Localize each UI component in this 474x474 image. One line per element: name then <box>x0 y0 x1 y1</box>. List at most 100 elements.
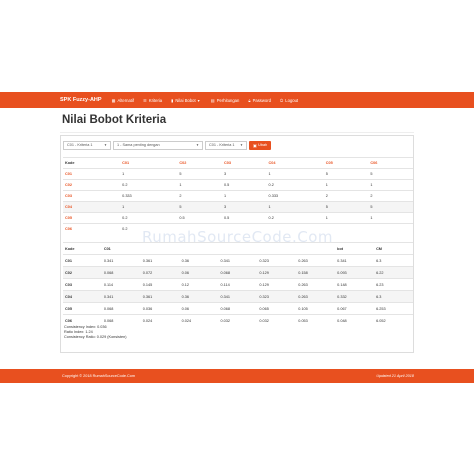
select-value: C01 - Kriteria 1 <box>209 143 235 147</box>
select-value: 1 - Sama penting dengan <box>117 143 160 147</box>
nav-item-alternatif[interactable]: ▦ Alternatif <box>112 98 135 103</box>
table-cell: 0.114 <box>101 278 141 291</box>
column-header: CM <box>374 242 413 255</box>
row-code: C02 <box>63 179 121 191</box>
table-cell: 0.333 <box>120 190 178 202</box>
select-value: C01 - Kriteria 1 <box>67 143 93 147</box>
consistency-summary: Consistency Index: 0.036 Ratio Index: 1.… <box>64 325 126 341</box>
nav-item-perhitungan[interactable]: ▤ Perhitungan <box>211 98 240 103</box>
table-row: C02 0.068 0.072 0.06 0.068 0.129 0.158 0.093 6.2… <box>63 266 413 279</box>
table-cell: 0.06 <box>179 266 219 279</box>
table-cell: 0.145 <box>140 278 180 291</box>
power-icon: ⏻ <box>279 97 284 103</box>
nav-item-logout[interactable]: ⏻ Logout <box>280 98 298 103</box>
table-cell: 0.341 <box>218 254 258 267</box>
nav-item-kriteria[interactable]: ☰ Kriteria <box>143 98 162 103</box>
table-cell: 0.5 <box>221 212 267 224</box>
table-cell: 0.263 <box>296 290 336 303</box>
table-cell: 2 <box>177 190 222 202</box>
table-cell: 6.22 <box>374 266 413 279</box>
table-row: C05 0.068 0.036 0.06 0.068 0.065 0.105 0.067 6.2… <box>63 302 413 315</box>
table-cell: 3 <box>221 201 267 213</box>
footer-updated: Updated 21 April 2018 <box>376 374 414 378</box>
column-header: C01 <box>101 242 141 255</box>
nav-item-nilai-bobot[interactable]: ▮ Nilai Bobot ▾ <box>171 98 202 103</box>
table-cell: 0.032 <box>218 314 258 327</box>
table-cell: 1 <box>221 190 267 202</box>
table-cell: 0.36 <box>179 254 219 267</box>
table-cell: 0.12 <box>179 278 219 291</box>
table-cell: 0.2 <box>266 179 324 191</box>
consistency-ratio: Consistency Ratio: 0.029 (Konsisten) <box>64 335 127 340</box>
table-cell: 5 <box>368 201 413 213</box>
table-cell: 0.068 <box>218 302 258 315</box>
table-cell: 0.5 <box>221 179 267 191</box>
caret-down-icon: ▼ <box>240 143 243 147</box>
row-code: C03 <box>63 190 121 202</box>
table-cell: 6.23 <box>374 278 413 291</box>
table-cell: 0.323 <box>257 254 297 267</box>
table-cell: 1 <box>120 201 178 213</box>
table-cell: 0.148 <box>335 278 375 291</box>
table-cell: 6.3 <box>374 254 413 267</box>
row-code: C04 <box>63 201 121 213</box>
table-cell: 1 <box>266 168 324 180</box>
normalized-matrix-table: Kode C01 bot CM C01 0.341 0.361 0.36 0.341 0.… <box>63 242 413 327</box>
table-cell: 5 <box>368 168 413 180</box>
page-title: Nilai Bobot Kriteria <box>62 114 167 126</box>
table-cell: 0.332 <box>335 290 375 303</box>
table-cell: 6.3 <box>374 290 413 303</box>
table-cell: 0.2 <box>266 212 324 224</box>
nilai-select[interactable]: 1 - Sama penting dengan ▼ <box>113 140 203 150</box>
table-cell: 0.2 <box>120 179 178 191</box>
row-code: C06 <box>63 223 121 235</box>
table-cell: 1 <box>323 212 369 224</box>
table-cell: 1 <box>368 179 413 191</box>
table-cell: 5 <box>323 168 369 180</box>
table-cell: 0.067 <box>335 302 375 315</box>
table-cell: 0.036 <box>140 302 180 315</box>
caret-down-icon: ▼ <box>104 143 107 147</box>
table-cell: 0.361 <box>140 290 180 303</box>
table-header-row: Kode C01 C02 C03 C04 C05 C06 <box>63 157 413 169</box>
kriteria-2-select[interactable]: C01 - Kriteria 1 ▼ <box>205 140 247 150</box>
table-cell: 0.263 <box>296 254 336 267</box>
table-cell: 1 <box>368 212 413 224</box>
comparison-matrix-table: Kode C01 C02 C03 C04 C05 C06 C01 1 5 3 1 5 5 C0… <box>63 157 413 235</box>
footer: Copyright © 2018 RumahSourceCode.Com Upd… <box>0 369 474 383</box>
table-cell: 0.263 <box>296 278 336 291</box>
save-icon: ▣ <box>253 143 257 148</box>
nav-item-label: Alternatif <box>117 97 135 103</box>
table-cell: 0.072 <box>140 266 180 279</box>
table-row: C03 0.333 2 1 0.333 2 2 <box>63 190 413 202</box>
kriteria-1-select[interactable]: C01 - Kriteria 1 ▼ <box>63 140 111 150</box>
brand-link[interactable]: SPK Fuzzy-AHP <box>60 97 102 103</box>
table-cell: 1 <box>120 168 178 180</box>
row-code: C03 <box>63 278 102 291</box>
caret-down-icon: ▼ <box>196 143 199 147</box>
column-header: C05 <box>323 157 369 169</box>
table-cell: 0.048 <box>335 314 375 327</box>
table-cell: 6.052 <box>374 314 413 327</box>
ubah-button-label: Ubah <box>258 143 268 147</box>
column-header: C06 <box>368 157 413 169</box>
table-cell: 5 <box>177 201 222 213</box>
lock-icon: 🔒︎ <box>248 97 251 103</box>
table-cell: 1 <box>266 201 324 213</box>
table-cell: 1 <box>323 179 369 191</box>
footer-copyright: Copyright © 2018 RumahSourceCode.Com <box>62 374 136 378</box>
table-cell: 1 <box>177 179 222 191</box>
table-cell: 0.5 <box>177 212 222 224</box>
table-cell: 0.024 <box>179 314 219 327</box>
table-cell: 0.341 <box>335 254 375 267</box>
table-cell: 0.129 <box>257 266 297 279</box>
table-row: C03 0.114 0.145 0.12 0.114 0.129 0.263 0.148 6.2… <box>63 278 413 291</box>
table-cell: 0.341 <box>101 290 141 303</box>
table-row: C04 1 5 3 1 5 5 <box>63 201 413 213</box>
nav-item-password[interactable]: 🔒︎ Password <box>248 98 271 103</box>
row-code: C01 <box>63 168 121 180</box>
table-cell: 0.105 <box>296 302 336 315</box>
table-cell: 0.341 <box>218 290 258 303</box>
table-cell: 0.361 <box>140 254 180 267</box>
ubah-button[interactable]: ▣ Ubah <box>249 140 272 150</box>
